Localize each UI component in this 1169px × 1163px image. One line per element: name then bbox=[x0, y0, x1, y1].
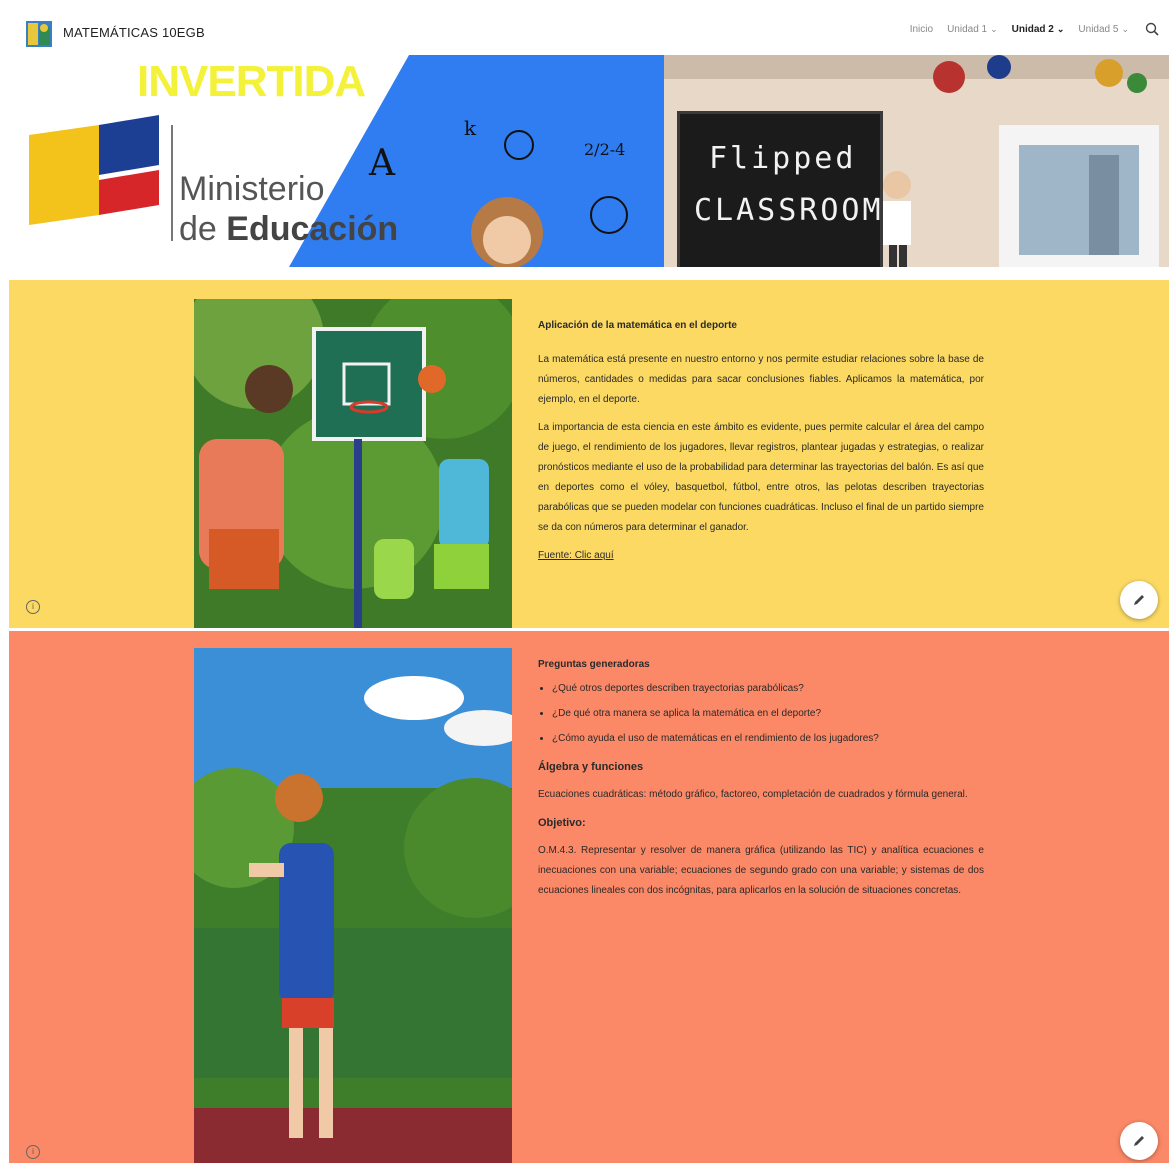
questions-heading: Preguntas generadoras bbox=[538, 659, 650, 670]
pencil-icon bbox=[1134, 595, 1144, 605]
chalkboard-line-1: Flipped bbox=[709, 141, 857, 176]
chevron-down-icon: ⌄ bbox=[1121, 23, 1129, 34]
svg-text:2/2-4: 2/2-4 bbox=[584, 140, 625, 159]
objective-text: O.M.4.3. Representar y resolver de maner… bbox=[538, 845, 984, 896]
header-banner: A k 2/2-4 INVERTIDA Ministerio de Educac… bbox=[9, 55, 1169, 267]
nav-item-unidad-1[interactable]: Unidad 1 ⌄ bbox=[947, 24, 998, 35]
site-title[interactable]: MATEMÁTICAS 10EGB bbox=[63, 25, 205, 40]
section-1-heading: Aplicación de la matemática en el deport… bbox=[538, 320, 737, 331]
edit-button[interactable] bbox=[1120, 1122, 1158, 1160]
banner-educacion-text: de Educación bbox=[179, 210, 398, 249]
section-1-paragraph-1: La matemática está presente en nuestro e… bbox=[538, 354, 984, 405]
nav-item-inicio[interactable]: Inicio bbox=[910, 24, 933, 35]
chalkboard-line-2: CLASSROOM bbox=[694, 193, 884, 228]
section-1-content: Aplicación de la matemática en el deport… bbox=[538, 316, 984, 574]
topic-text: Ecuaciones cuadráticas: método gráfico, … bbox=[538, 789, 968, 800]
nav-item-unidad-2[interactable]: Unidad 2 ⌄ bbox=[1012, 24, 1065, 35]
edit-button[interactable] bbox=[1120, 581, 1158, 619]
list-item: ¿De qué otra manera se aplica la matemát… bbox=[552, 704, 984, 724]
nav-item-unidad-5[interactable]: Unidad 5 ⌄ bbox=[1078, 24, 1129, 35]
section-questions: Preguntas generadoras ¿Qué otros deporte… bbox=[9, 631, 1169, 1163]
section-sports-math: Aplicación de la matemática en el deport… bbox=[9, 280, 1169, 628]
banner-invertida-text: INVERTIDA bbox=[137, 57, 366, 106]
top-bar: MATEMÁTICAS 10EGB Inicio Unidad 1 ⌄ Unida… bbox=[0, 0, 1169, 54]
section-2-content: Preguntas generadoras ¿Qué otros deporte… bbox=[538, 655, 984, 909]
section-1-paragraph-2: La importancia de esta ciencia en este á… bbox=[538, 422, 984, 533]
nav-label: Unidad 1 bbox=[947, 23, 988, 35]
chevron-down-icon: ⌄ bbox=[1056, 23, 1065, 34]
questions-list: ¿Qué otros deportes describen trayectori… bbox=[538, 679, 984, 749]
info-icon[interactable]: i bbox=[26, 600, 40, 614]
svg-text:k: k bbox=[464, 116, 477, 140]
search-icon[interactable] bbox=[1145, 22, 1159, 36]
nav-label: Unidad 2 bbox=[1011, 23, 1054, 35]
banner-educacion-bold: Educación bbox=[226, 210, 399, 248]
source-link[interactable]: Fuente: Clic aquí bbox=[538, 546, 984, 566]
topic-title: Álgebra y funciones bbox=[538, 761, 644, 773]
chevron-down-icon: ⌄ bbox=[990, 23, 998, 34]
pencil-icon bbox=[1134, 1136, 1144, 1146]
list-item: ¿Qué otros deportes describen trayectori… bbox=[552, 679, 984, 699]
info-icon[interactable]: i bbox=[26, 1145, 40, 1159]
nav-label: Inicio bbox=[909, 23, 934, 35]
basketball-boy-photo bbox=[194, 648, 512, 1163]
svg-text:A: A bbox=[368, 143, 396, 184]
main-nav: Inicio Unidad 1 ⌄ Unidad 2 ⌄ Unidad 5 ⌄ bbox=[896, 22, 1159, 36]
banner-educacion-prefix: de bbox=[179, 210, 227, 248]
nav-label: Unidad 5 bbox=[1078, 23, 1119, 35]
site-logo-icon[interactable] bbox=[26, 21, 52, 47]
banner-ministerio-text: Ministerio bbox=[179, 170, 325, 208]
objective-title: Objetivo: bbox=[538, 817, 586, 829]
basketball-photo bbox=[194, 299, 512, 628]
list-item: ¿Cómo ayuda el uso de matemáticas en el … bbox=[552, 729, 984, 749]
chalkboard bbox=[677, 111, 883, 267]
